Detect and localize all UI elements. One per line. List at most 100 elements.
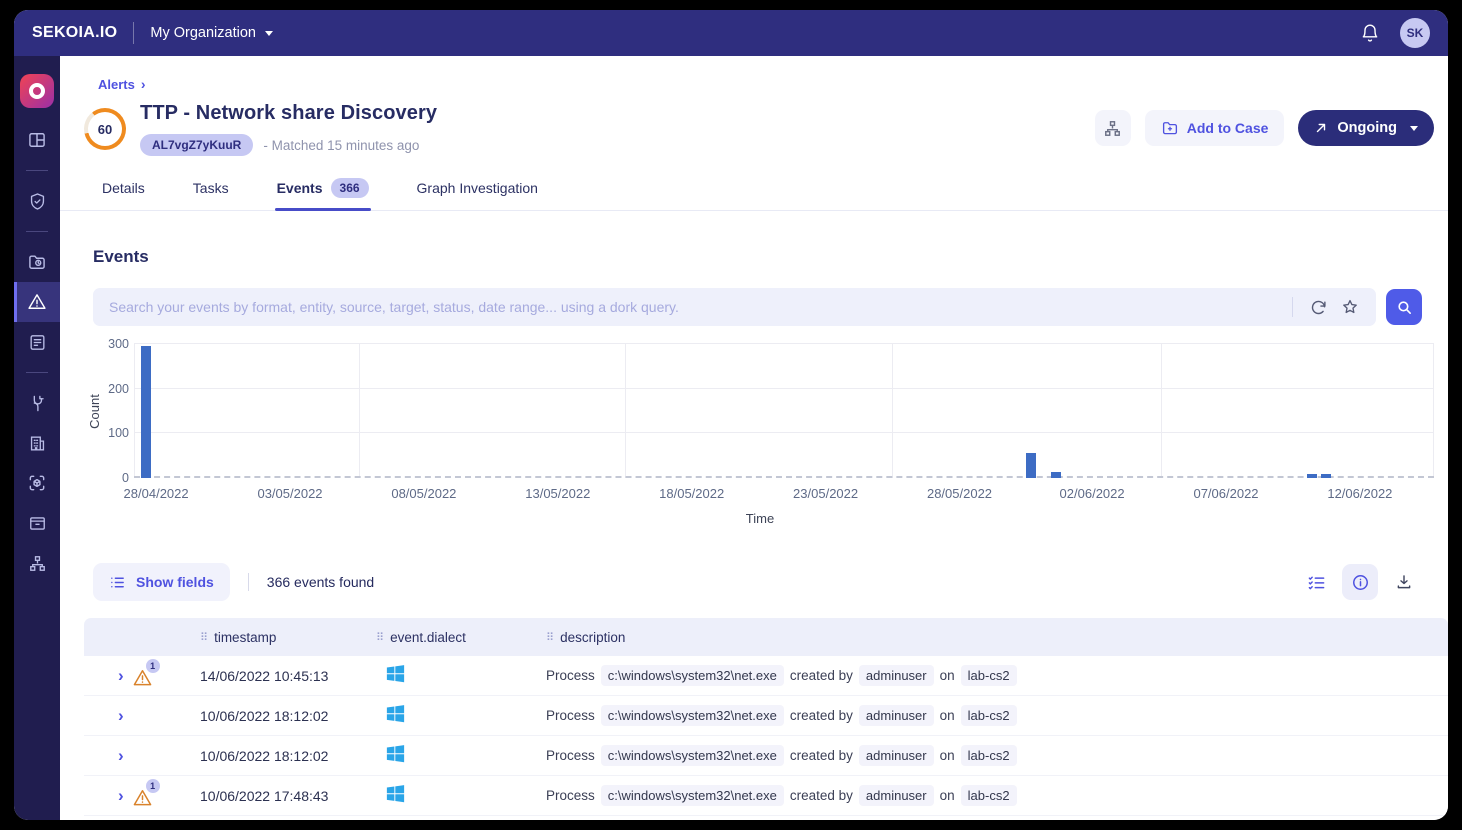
app-logo[interactable]: [20, 74, 54, 108]
sidebar-divider: [26, 170, 48, 171]
sidebar-item-shield[interactable]: [14, 181, 60, 221]
user-chip[interactable]: adminuser: [859, 665, 934, 686]
column-header-timestamp[interactable]: timestamp: [214, 630, 276, 645]
windows-icon: [384, 702, 407, 725]
archive-icon: [28, 514, 47, 533]
graph-view-button[interactable]: [1095, 110, 1131, 146]
y-axis-label: Count: [87, 394, 102, 429]
folder-search-icon: [27, 252, 47, 272]
search-input[interactable]: [109, 299, 1282, 315]
sidebar-item-intakes[interactable]: [14, 383, 60, 423]
sitemap-icon: [28, 554, 47, 573]
tab-graph-investigation[interactable]: Graph Investigation: [415, 178, 540, 210]
table-row[interactable]: › 10/06/2022 18:12:02 Processc:\windows\…: [84, 736, 1448, 776]
building-icon: [28, 434, 47, 453]
notifications-bell-icon[interactable]: [1360, 23, 1380, 44]
show-fields-button[interactable]: Show fields: [93, 563, 230, 601]
tab-details[interactable]: Details: [100, 178, 147, 210]
shield-icon: [28, 192, 47, 211]
breadcrumb-alerts[interactable]: Alerts: [98, 77, 135, 92]
add-to-case-label: Add to Case: [1187, 120, 1269, 136]
star-icon[interactable]: [1334, 298, 1366, 316]
scan-cube-icon: [27, 473, 47, 493]
refresh-icon[interactable]: [1303, 299, 1334, 316]
tab-tasks[interactable]: Tasks: [191, 178, 231, 210]
info-toggle-button[interactable]: [1342, 564, 1378, 600]
x-tick-label: 03/05/2022: [257, 486, 322, 501]
list-icon: [109, 574, 126, 591]
status-dropdown-button[interactable]: Ongoing: [1298, 110, 1434, 146]
drag-handle-icon[interactable]: ⠿: [376, 631, 383, 644]
chart-plot[interactable]: 28/04/202203/05/202208/05/202213/05/2022…: [134, 344, 1434, 478]
report-icon: [28, 333, 47, 352]
table-row[interactable]: › 1 14/06/2022 10:45:13 Processc:\window…: [84, 656, 1448, 696]
intake-plug-icon: [28, 394, 47, 413]
x-tick-label: 28/05/2022: [927, 486, 992, 501]
drag-handle-icon[interactable]: ⠿: [546, 631, 553, 644]
organization-switcher[interactable]: My Organization: [150, 25, 273, 41]
sidebar-item-alerts[interactable]: [14, 282, 60, 322]
chart-bar[interactable]: [141, 346, 151, 478]
sidebar-item-folder-search[interactable]: [14, 242, 60, 282]
column-settings-button[interactable]: [1298, 564, 1334, 600]
sidebar-item-observables[interactable]: [14, 463, 60, 503]
process-path-chip[interactable]: c:\windows\system32\net.exe: [601, 665, 784, 686]
row-dialect: [376, 662, 546, 690]
row-description: Processc:\windows\system32\net.execreate…: [546, 745, 1448, 766]
download-button[interactable]: [1386, 564, 1422, 600]
alert-triangle-icon: [27, 292, 47, 312]
alert-header: 60 TTP - Network share Discovery AL7vgZ7…: [84, 102, 1434, 156]
table-row[interactable]: › 10/06/2022 18:12:02 Processc:\windows\…: [84, 696, 1448, 736]
expand-row-chevron-icon[interactable]: ›: [118, 667, 124, 684]
events-table: ⠿ timestamp ⠿ event.dialect ⠿ description ›…: [84, 618, 1448, 816]
column-header-description[interactable]: description: [560, 630, 625, 645]
chart-bar[interactable]: [1026, 453, 1036, 478]
sidebar-item-hierarchy[interactable]: [14, 543, 60, 583]
table-row[interactable]: › 1 10/06/2022 17:48:43 Processc:\window…: [84, 776, 1448, 816]
row-dialect: [376, 782, 546, 810]
row-warning-indicator: 1: [133, 786, 155, 806]
expand-row-chevron-icon[interactable]: ›: [118, 787, 124, 804]
app-window: SEKOIA.IO My Organization SK: [14, 10, 1448, 820]
breadcrumb[interactable]: Alerts ›: [98, 76, 1448, 92]
user-chip[interactable]: adminuser: [859, 705, 934, 726]
warning-count-badge: 1: [146, 779, 160, 793]
search-button[interactable]: [1386, 289, 1422, 325]
row-timestamp: 14/06/2022 10:45:13: [200, 668, 376, 684]
expand-row-chevron-icon[interactable]: ›: [118, 747, 124, 764]
add-to-case-button[interactable]: Add to Case: [1145, 110, 1285, 146]
chart-bar[interactable]: [1051, 472, 1061, 478]
process-path-chip[interactable]: c:\windows\system32\net.exe: [601, 705, 784, 726]
download-icon: [1395, 573, 1413, 591]
arrow-up-right-icon: [1314, 121, 1328, 135]
chart-bar[interactable]: [1321, 474, 1331, 478]
host-chip[interactable]: lab-cs2: [961, 665, 1017, 686]
row-description: Processc:\windows\system32\net.execreate…: [546, 665, 1448, 686]
sidebar-item-community[interactable]: [14, 423, 60, 463]
sidebar-item-dashboard[interactable]: [14, 120, 60, 160]
host-chip[interactable]: lab-cs2: [961, 745, 1017, 766]
row-dialect: [376, 742, 546, 770]
process-path-chip[interactable]: c:\windows\system32\net.exe: [601, 745, 784, 766]
sidebar-item-report[interactable]: [14, 322, 60, 362]
row-warning-indicator: 1: [133, 666, 155, 686]
host-chip[interactable]: lab-cs2: [961, 705, 1017, 726]
column-header-dialect[interactable]: event.dialect: [390, 630, 466, 645]
chart-bar[interactable]: [1307, 474, 1317, 478]
events-count-badge: 366: [331, 178, 369, 198]
y-tick-label: 200: [108, 382, 129, 396]
user-avatar[interactable]: SK: [1400, 18, 1430, 48]
tab-events[interactable]: Events 366: [275, 178, 371, 210]
sidebar-item-storage[interactable]: [14, 503, 60, 543]
drag-handle-icon[interactable]: ⠿: [200, 631, 207, 644]
user-chip[interactable]: adminuser: [859, 745, 934, 766]
user-chip[interactable]: adminuser: [859, 785, 934, 806]
expand-row-chevron-icon[interactable]: ›: [118, 707, 124, 724]
process-path-chip[interactable]: c:\windows\system32\net.exe: [601, 785, 784, 806]
app-logo-ring: [29, 83, 45, 99]
x-tick-label: 28/04/2022: [124, 486, 189, 501]
matched-timestamp: - Matched 15 minutes ago: [263, 138, 419, 153]
host-chip[interactable]: lab-cs2: [961, 785, 1017, 806]
x-tick-label: 08/05/2022: [391, 486, 456, 501]
alert-id-badge[interactable]: AL7vgZ7yKuuR: [140, 134, 253, 156]
